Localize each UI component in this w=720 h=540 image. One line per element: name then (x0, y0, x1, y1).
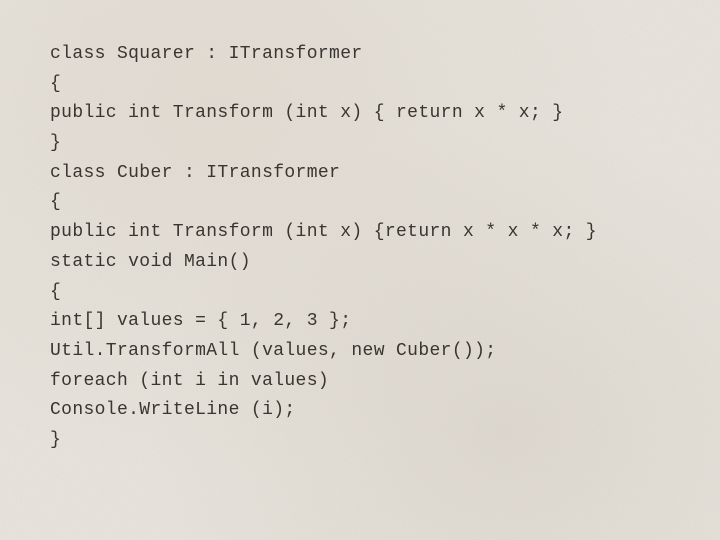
code-line: } (50, 129, 597, 159)
code-line: public int Transform (int x) { return x … (50, 99, 597, 129)
code-line: foreach (int i in values) (50, 367, 597, 397)
code-line: Console.WriteLine (i); (50, 396, 597, 426)
code-display: class Squarer : ITransformer{public int … (50, 40, 597, 456)
code-line: } (50, 426, 597, 456)
code-line: { (50, 278, 597, 308)
code-line: { (50, 188, 597, 218)
code-line: public int Transform (int x) {return x *… (50, 218, 597, 248)
code-line: { (50, 70, 597, 100)
code-line: class Cuber : ITransformer (50, 159, 597, 189)
code-line: static void Main() (50, 248, 597, 278)
code-line: class Squarer : ITransformer (50, 40, 597, 70)
code-line: Util.TransformAll (values, new Cuber()); (50, 337, 597, 367)
code-line: int[] values = { 1, 2, 3 }; (50, 307, 597, 337)
